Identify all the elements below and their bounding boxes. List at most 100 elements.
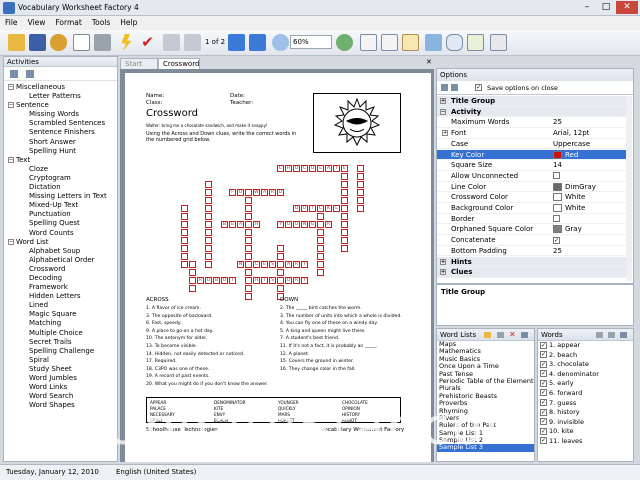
property-row[interactable]: − Activity <box>437 106 627 118</box>
collapse-icon[interactable]: − <box>8 102 14 109</box>
answer-key-icon[interactable] <box>402 34 419 51</box>
tree-item[interactable]: Word Links <box>4 383 117 392</box>
zoom-in-icon[interactable] <box>336 34 353 51</box>
property-value[interactable]: Arial, 12pt <box>553 128 589 138</box>
clear-icon[interactable] <box>50 34 67 51</box>
options-scrollbar[interactable] <box>626 96 632 281</box>
word-list-item[interactable]: Prehistoric Beasts <box>437 393 534 400</box>
tree-item[interactable]: Cryptogram <box>4 174 117 183</box>
property-value[interactable]: Red <box>553 150 578 160</box>
tree-item[interactable]: Word Counts <box>4 229 117 238</box>
tree-item[interactable]: Matching <box>4 319 117 328</box>
property-checkbox[interactable] <box>553 172 560 180</box>
word-list-icon[interactable] <box>467 34 484 51</box>
save-icon[interactable] <box>29 34 46 51</box>
previous-page-icon[interactable] <box>184 34 201 51</box>
property-value[interactable]: 25 <box>553 246 562 256</box>
save-options-checkbox[interactable]: ✓ <box>475 84 482 91</box>
delete-icon[interactable]: ✕ <box>509 330 516 339</box>
property-value[interactable]: ✓ <box>553 235 560 245</box>
word-checkbox[interactable]: ✓ <box>540 408 547 416</box>
property-value[interactable]: Uppercase <box>553 139 590 149</box>
tree-item[interactable]: Framework <box>4 283 117 292</box>
tree-item[interactable]: Crossword <box>4 265 117 274</box>
word-list-item[interactable]: Rivers <box>437 415 534 422</box>
image-icon[interactable] <box>425 34 442 51</box>
property-row[interactable]: Case Uppercase <box>437 139 627 150</box>
uncheck-all-icon[interactable] <box>608 332 615 338</box>
zoom-out-icon[interactable] <box>272 34 289 51</box>
new-list-icon[interactable] <box>497 332 504 338</box>
expand-icon[interactable]: + <box>442 130 448 137</box>
edit-list-icon[interactable] <box>521 332 528 338</box>
word-checkbox[interactable]: ✓ <box>540 427 547 435</box>
property-row[interactable]: Crossword Color White <box>437 192 627 203</box>
word-list-item[interactable]: Rulers of the Past <box>437 422 534 429</box>
word-item[interactable]: ✓ 7. guess <box>538 399 633 409</box>
property-value[interactable] <box>553 214 560 224</box>
expand-icon[interactable]: − <box>440 108 446 115</box>
word-list-item[interactable]: Once Upon a Time <box>437 363 534 370</box>
menu-view[interactable]: View <box>23 16 51 29</box>
expand-icon[interactable]: + <box>440 269 446 276</box>
property-row[interactable]: Border <box>437 214 627 225</box>
property-value[interactable]: Gray <box>553 224 582 234</box>
property-value[interactable]: White <box>553 192 585 202</box>
property-row[interactable]: Key Color Red <box>437 149 627 161</box>
property-row[interactable]: Square Size 14 <box>437 160 627 171</box>
close-tab-icon[interactable]: ✕ <box>426 58 432 66</box>
property-row[interactable]: Allow Unconnected <box>437 171 627 182</box>
menu-tools[interactable]: Tools <box>87 16 115 29</box>
tree-item[interactable]: Mixed-Up Text <box>4 201 117 210</box>
collapse-icon[interactable]: − <box>8 238 14 245</box>
expand-icon[interactable]: + <box>440 258 446 265</box>
word-list-item[interactable]: Proverbs <box>437 400 534 407</box>
property-row[interactable]: Concatenate ✓ <box>437 235 627 246</box>
tree-item[interactable]: Sentence Finishers <box>4 128 117 137</box>
maximize-button[interactable]: □ <box>597 1 615 14</box>
word-list-item[interactable]: Maps <box>437 341 534 348</box>
property-row[interactable]: Bottom Padding 25 <box>437 246 627 257</box>
last-page-icon[interactable] <box>249 34 266 51</box>
property-row[interactable]: Background Color White <box>437 203 627 214</box>
tree-item[interactable]: Magic Square <box>4 310 117 319</box>
word-checkbox[interactable]: ✓ <box>540 418 547 426</box>
comment-icon[interactable] <box>446 34 463 51</box>
tree-item[interactable]: Word Jumbles <box>4 374 117 383</box>
property-row[interactable]: Orphaned Square Color Gray <box>437 224 627 236</box>
word-checkbox[interactable]: ✓ <box>540 351 547 359</box>
property-value[interactable]: White <box>553 203 585 213</box>
close-button[interactable]: ✕ <box>616 1 638 14</box>
word-list-item[interactable]: Past Tense <box>437 371 534 378</box>
folder-icon[interactable] <box>484 332 491 338</box>
tree-item[interactable]: Spelling Challenge <box>4 347 117 356</box>
word-list-item[interactable]: Music Basics <box>437 356 534 363</box>
word-checkbox[interactable]: ✓ <box>540 370 547 378</box>
word-checkbox[interactable]: ✓ <box>540 437 547 445</box>
word-list-item[interactable]: Rhyming <box>437 408 534 415</box>
menu-format[interactable]: Format <box>50 16 86 29</box>
word-item[interactable]: ✓ 6. forward <box>538 389 633 399</box>
word-item[interactable]: ✓ 5. early <box>538 379 633 389</box>
word-list-item[interactable]: Mathematics <box>437 348 534 355</box>
tree-item[interactable]: Decoding <box>4 274 117 283</box>
tree-item[interactable]: Spiral <box>4 356 117 365</box>
minimize-button[interactable]: – <box>578 1 596 14</box>
tree-item[interactable]: Lined <box>4 301 117 310</box>
word-checkbox[interactable]: ✓ <box>540 399 547 407</box>
word-item[interactable]: ✓ 10. kite <box>538 427 633 437</box>
menu-help[interactable]: Help <box>115 16 142 29</box>
property-row[interactable]: Font + Arial, 12pt <box>437 128 627 139</box>
tree-item[interactable]: Multiple Choice <box>4 329 117 338</box>
word-item[interactable]: ✓ 2. beach <box>538 351 633 361</box>
property-row[interactable]: Maximum Words 25 <box>437 117 627 129</box>
tree-category[interactable]: − Word List <box>4 238 117 247</box>
collapse-icon[interactable]: − <box>8 156 14 163</box>
property-row[interactable]: + Hints <box>437 256 627 268</box>
generate-icon[interactable] <box>121 34 132 51</box>
word-checkbox[interactable]: ✓ <box>540 379 547 387</box>
tree-item[interactable]: Word Shapes <box>4 401 117 410</box>
document-copy-icon[interactable] <box>381 34 398 51</box>
tree-item[interactable]: Dictation <box>4 183 117 192</box>
property-value[interactable]: 14 <box>553 160 562 170</box>
